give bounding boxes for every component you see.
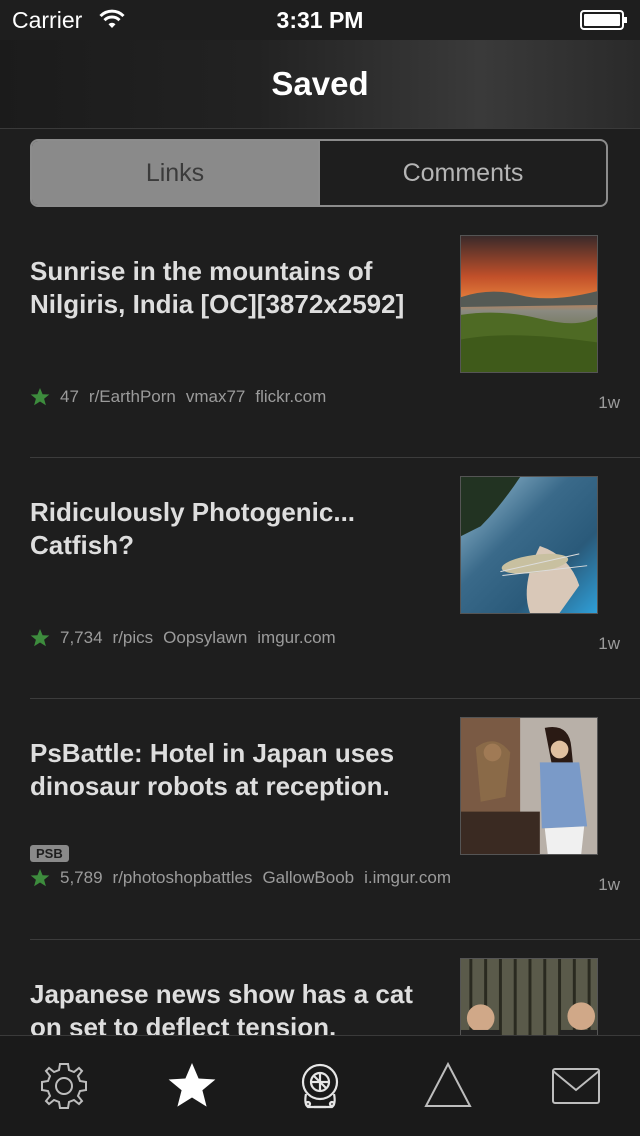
post-meta: 5,789 r/photoshopbattles GallowBoob i.im… [30,868,451,888]
post-subreddit[interactable]: r/pics [113,628,154,648]
post-thumbnail[interactable] [460,235,598,373]
post-title[interactable]: Ridiculously Photogenic... Catfish? [30,496,445,562]
news-show-thumbnail [461,959,597,1037]
post-subreddit[interactable]: r/EarthPorn [89,387,176,407]
saved-segmented-control: Links Comments [30,139,608,207]
star-icon [30,869,50,887]
post-author[interactable]: vmax77 [186,387,246,407]
tab-explore[interactable] [290,1056,350,1116]
sunrise-mountains-thumbnail [461,236,597,372]
post-age: 1w [598,634,620,653]
post-domain: i.imgur.com [364,868,452,887]
saved-links-list: Sunrise in the mountains of Nilgiris, In… [0,217,640,1037]
post-score: 5,789 [60,868,103,887]
post-flair-badge: PSB [30,845,69,862]
post-age: 1w [598,393,620,412]
dinosaur-hotel-thumbnail [461,718,597,854]
mail-envelope-icon [552,1068,600,1104]
tab-messages[interactable] [546,1056,606,1116]
post-score: 7,734 [60,628,103,647]
settings-gear-icon [41,1063,87,1109]
post-domain: flickr.com [255,387,327,406]
segment-links[interactable]: Links [32,141,318,205]
navigation-bar: Saved [0,40,640,129]
post-domain: imgur.com [257,628,336,647]
tab-bar [0,1035,640,1136]
status-time: 3:31 PM [276,7,364,33]
tab-post[interactable] [418,1056,478,1116]
star-icon [168,1063,216,1107]
tab-saved[interactable] [162,1056,222,1116]
status-bar: Carrier 3:31 PM [0,0,640,40]
segment-comments[interactable]: Comments [318,141,606,205]
diving-helmet-icon [301,1063,339,1109]
list-item[interactable]: PsBattle: Hotel in Japan uses dinosaur r… [30,699,640,940]
triangle-icon [424,1061,472,1107]
post-score: 47 [60,387,79,406]
post-title[interactable]: PsBattle: Hotel in Japan uses dinosaur r… [30,737,445,803]
screen: Carrier 3:31 PM Saved Links Comments Sun… [0,0,640,1136]
catfish-thumbnail [461,477,597,613]
post-author[interactable]: GallowBoob [262,868,354,888]
post-title[interactable]: Japanese news show has a cat on set to d… [30,978,445,1037]
post-thumbnail[interactable] [460,958,598,1037]
list-item[interactable]: Japanese news show has a cat on set to d… [30,940,640,1037]
page-title: Saved [271,65,369,102]
list-item[interactable]: Ridiculously Photogenic... Catfish? 7,73… [30,458,640,699]
post-age: 1w [598,875,620,894]
star-icon [30,388,50,406]
post-thumbnail[interactable] [460,476,598,614]
post-thumbnail[interactable] [460,717,598,855]
post-subreddit[interactable]: r/photoshopbattles [113,868,253,888]
post-meta: 7,734 r/pics Oopsylawn imgur.com [30,628,336,648]
tab-settings[interactable] [34,1056,94,1116]
post-author[interactable]: Oopsylawn [163,628,247,648]
battery-icon [580,10,627,30]
list-item[interactable]: Sunrise in the mountains of Nilgiris, In… [30,217,640,458]
post-title[interactable]: Sunrise in the mountains of Nilgiris, In… [30,255,445,321]
post-meta: 47 r/EarthPorn vmax77 flickr.com [30,387,326,407]
star-icon [30,629,50,647]
